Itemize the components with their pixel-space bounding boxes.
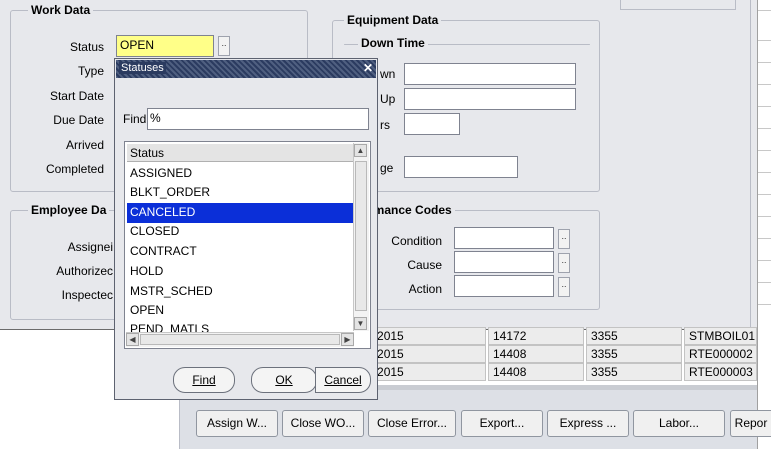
find-label: Find <box>123 112 147 126</box>
status-lov-button[interactable]: .. <box>218 36 230 56</box>
up-field[interactable] <box>404 88 576 110</box>
dialog-titlebar[interactable]: Statuses ✕ <box>116 60 376 78</box>
inspected-label: Inspectec <box>61 288 113 302</box>
assigned-label: Assignei <box>67 240 113 254</box>
usage-field[interactable] <box>404 156 518 178</box>
route-cell[interactable]: STMBOIL01 <box>684 327 757 345</box>
scroll-left-icon[interactable]: ◀ <box>126 333 139 346</box>
usage-label: ge <box>380 161 394 175</box>
work-data-title: Work Data <box>28 3 94 17</box>
start-date-label: Start Date <box>49 89 104 103</box>
list-item[interactable]: ASSIGNED <box>127 164 353 184</box>
ok-button-label: OK <box>275 373 293 387</box>
down-time-title: Down Time <box>358 36 428 50</box>
find-button[interactable]: Find <box>173 367 235 393</box>
performance-codes-title: rmance Codes <box>366 203 455 217</box>
condition-label: Condition <box>391 234 442 248</box>
route-cell[interactable]: RTE000003 <box>684 363 757 381</box>
status-field[interactable]: OPEN <box>116 35 214 57</box>
arrived-label: Arrived <box>65 138 104 152</box>
statuses-dialog: Statuses ✕ Find % Status ASSIGNED BLKT_O… <box>114 58 378 400</box>
list-item[interactable]: PEND_MATLS <box>127 320 353 332</box>
list-item-selected[interactable]: CANCELED <box>127 203 353 223</box>
dialog-title: Statuses <box>119 62 166 74</box>
right-grid-strip <box>757 0 771 449</box>
list-horizontal-scrollbar[interactable]: ◀ ▶ <box>126 332 354 347</box>
scroll-down-icon[interactable]: ▼ <box>354 317 367 330</box>
table-row[interactable]: 27, 2015 14408 3355 RTE000003 <box>352 363 757 381</box>
status-label: Status <box>69 40 104 54</box>
list-item[interactable]: OPEN <box>127 301 353 321</box>
list-item[interactable]: HOLD <box>127 262 353 282</box>
express-button[interactable]: Express ... <box>547 410 629 437</box>
cause-field[interactable] <box>454 251 554 273</box>
down-field[interactable] <box>404 63 576 85</box>
authorized-label: Authorizec <box>56 264 113 278</box>
cause-label: Cause <box>407 258 442 272</box>
find-button-label: Find <box>192 373 216 387</box>
cancel-button-label: Cancel <box>324 373 362 387</box>
ok-button[interactable]: OK <box>251 367 317 393</box>
scroll-up-icon[interactable]: ▲ <box>354 144 367 157</box>
up-label: Up <box>380 92 396 106</box>
cancel-button[interactable]: Cancel <box>315 367 371 393</box>
list-item[interactable]: CLOSED <box>127 222 353 242</box>
completed-label: Completed <box>45 162 104 176</box>
equipment-data-title: Equipment Data <box>344 13 442 27</box>
horizontal-scroll-thumb[interactable] <box>140 334 340 345</box>
list-column-header: Status <box>127 144 353 162</box>
employee-data-title: Employee Da <box>28 203 110 217</box>
list-item[interactable]: BLKT_ORDER <box>127 183 353 203</box>
hours-field[interactable] <box>404 113 460 135</box>
top-right-frame <box>620 0 736 10</box>
condition-lov-button[interactable]: .. <box>558 229 570 249</box>
lov-icon: .. <box>221 38 227 48</box>
equip-cell[interactable]: 3355 <box>586 363 682 381</box>
wo-cell[interactable]: 14408 <box>488 345 584 363</box>
list-item[interactable]: CONTRACT <box>127 242 353 262</box>
condition-field[interactable] <box>454 227 554 249</box>
table-row[interactable]: 27, 2015 14172 3355 STMBOIL01 <box>352 327 757 345</box>
find-input[interactable]: % <box>147 108 369 130</box>
list-item[interactable]: MSTR_SCHED <box>127 282 353 302</box>
type-label: Type <box>77 64 104 78</box>
equip-cell[interactable]: 3355 <box>586 345 682 363</box>
close-wo-button[interactable]: Close WO... <box>282 410 364 437</box>
close-icon[interactable]: ✕ <box>363 61 373 75</box>
equip-cell[interactable]: 3355 <box>586 327 682 345</box>
status-list[interactable]: Status ASSIGNED BLKT_ORDER CANCELED CLOS… <box>124 141 371 349</box>
down-label: wn <box>380 67 396 81</box>
labor-button[interactable]: Labor... <box>633 410 725 437</box>
due-date-label: Due Date <box>53 113 104 127</box>
table-row[interactable]: 27, 2015 14408 3355 RTE000002 <box>352 345 757 363</box>
report-button[interactable]: Repor <box>730 410 771 437</box>
wo-cell[interactable]: 14172 <box>488 327 584 345</box>
cause-lov-button[interactable]: .. <box>558 253 570 273</box>
route-cell[interactable]: RTE000002 <box>684 345 757 363</box>
action-field[interactable] <box>454 275 554 297</box>
assign-wo-button[interactable]: Assign W... <box>196 410 278 437</box>
scroll-right-icon[interactable]: ▶ <box>341 333 354 346</box>
hours-label: rs <box>380 118 390 132</box>
vertical-scroll-thumb[interactable] <box>355 161 367 311</box>
wo-cell[interactable]: 14408 <box>488 363 584 381</box>
right-divider <box>750 0 751 330</box>
list-vertical-scrollbar[interactable]: ▲ ▼ <box>353 143 369 331</box>
action-lov-button[interactable]: .. <box>558 277 570 297</box>
close-error-button[interactable]: Close Error... <box>368 410 456 437</box>
action-label: Action <box>408 282 442 296</box>
export-button[interactable]: Export... <box>461 410 543 437</box>
